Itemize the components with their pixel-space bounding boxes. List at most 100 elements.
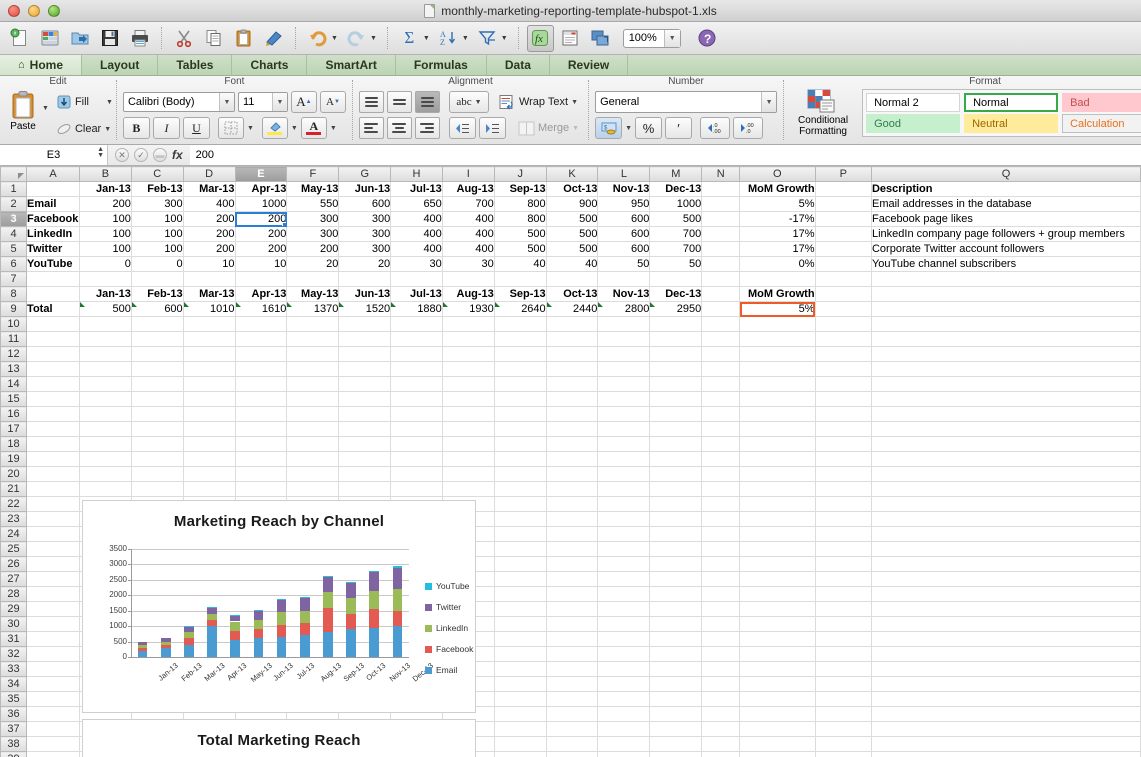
cell-J38[interactable] xyxy=(494,737,546,752)
cell-L1[interactable]: Nov-13 xyxy=(598,182,650,197)
cell-J7[interactable] xyxy=(494,272,546,287)
cell-O28[interactable] xyxy=(740,587,815,602)
cell-D3[interactable]: 200 xyxy=(183,212,235,227)
chart-0-bar-May-13-Email[interactable] xyxy=(230,640,240,657)
cell-I2[interactable]: 700 xyxy=(442,197,494,212)
cell-L10[interactable] xyxy=(598,317,650,332)
cell-K39[interactable] xyxy=(546,752,598,757)
align-center-button[interactable] xyxy=(387,117,412,139)
cell-L32[interactable] xyxy=(598,647,650,662)
chart-0-bar-Jun-13-Twitter[interactable] xyxy=(254,611,264,620)
cell-M31[interactable] xyxy=(650,632,702,647)
chart-0-bar-Oct-13-LinkedIn[interactable] xyxy=(346,598,356,613)
cell-K7[interactable] xyxy=(546,272,598,287)
zoom-dropdown-icon[interactable]: ▼ xyxy=(664,30,680,47)
cell-D16[interactable] xyxy=(183,407,235,422)
row-header-13[interactable]: 13 xyxy=(1,362,27,377)
increase-decimal-button[interactable]: .0.00 xyxy=(700,117,730,139)
cell-F15[interactable] xyxy=(287,392,339,407)
row-header-39[interactable]: 39 xyxy=(1,752,27,757)
cell-G21[interactable] xyxy=(339,482,391,497)
cell-Q11[interactable] xyxy=(871,332,1140,347)
cell-N38[interactable] xyxy=(702,737,740,752)
cell-L4[interactable]: 600 xyxy=(598,227,650,242)
name-box-stepper[interactable]: ▲▼ xyxy=(97,147,104,159)
cell-N21[interactable] xyxy=(702,482,740,497)
cell-K4[interactable]: 500 xyxy=(546,227,598,242)
cell-P31[interactable] xyxy=(815,632,871,647)
cell-E20[interactable] xyxy=(235,467,287,482)
row-header-8[interactable]: 8 xyxy=(1,287,27,302)
cell-Q30[interactable] xyxy=(871,617,1140,632)
cell-D13[interactable] xyxy=(183,362,235,377)
cell-E3[interactable]: 200 xyxy=(235,212,287,227)
cell-G9[interactable]: 1520 xyxy=(339,302,391,317)
cell-A30[interactable] xyxy=(27,617,80,632)
chart-0-bar-Oct-13-Email[interactable] xyxy=(346,629,356,657)
chart-0-bar-Nov-13-YouTube[interactable] xyxy=(369,571,379,573)
cell-L23[interactable] xyxy=(598,512,650,527)
cell-G16[interactable] xyxy=(339,407,391,422)
cell-O13[interactable] xyxy=(740,362,815,377)
cell-P19[interactable] xyxy=(815,452,871,467)
cell-Q39[interactable] xyxy=(871,752,1140,757)
row-header-1[interactable]: 1 xyxy=(1,182,27,197)
column-header-j[interactable]: J xyxy=(494,167,546,182)
cell-A37[interactable] xyxy=(27,722,80,737)
cell-B6[interactable]: 0 xyxy=(80,257,132,272)
cell-K30[interactable] xyxy=(546,617,598,632)
chart-0-bar-Jun-13-Email[interactable] xyxy=(254,638,264,657)
chart-0-bar-Sep-13-YouTube[interactable] xyxy=(323,576,333,577)
column-header-c[interactable]: C xyxy=(131,167,183,182)
cell-G2[interactable]: 600 xyxy=(339,197,391,212)
cell-A11[interactable] xyxy=(27,332,80,347)
cell-G20[interactable] xyxy=(339,467,391,482)
cell-L21[interactable] xyxy=(598,482,650,497)
accept-icon[interactable]: ✓ xyxy=(134,148,148,162)
chart-0-bar-Jul-13-LinkedIn[interactable] xyxy=(277,612,287,624)
autosum-dropdown-icon[interactable]: ▼ xyxy=(423,35,430,42)
cell-M10[interactable] xyxy=(650,317,702,332)
zoom-control[interactable]: 100% ▼ xyxy=(623,29,681,48)
cell-M12[interactable] xyxy=(650,347,702,362)
cell-J27[interactable] xyxy=(494,572,546,587)
cell-G11[interactable] xyxy=(339,332,391,347)
tab-formulas[interactable]: Formulas xyxy=(396,55,487,75)
cell-P29[interactable] xyxy=(815,602,871,617)
cell-M20[interactable] xyxy=(650,467,702,482)
cell-I11[interactable] xyxy=(442,332,494,347)
cell-D17[interactable] xyxy=(183,422,235,437)
chart-0-bar-Sep-13-Facebook[interactable] xyxy=(323,608,333,633)
collapse-icon[interactable]: ▬ xyxy=(153,148,167,162)
cell-L12[interactable] xyxy=(598,347,650,362)
chart-0-bar-Oct-13-Twitter[interactable] xyxy=(346,583,356,598)
column-header-i[interactable]: I xyxy=(442,167,494,182)
cell-A39[interactable] xyxy=(27,752,80,757)
cell-N29[interactable] xyxy=(702,602,740,617)
cell-M35[interactable] xyxy=(650,692,702,707)
paste-icon[interactable] xyxy=(230,25,257,52)
cell-N26[interactable] xyxy=(702,557,740,572)
cell-C20[interactable] xyxy=(131,467,183,482)
cell-M8[interactable]: Dec-13 xyxy=(650,287,702,302)
cell-N6[interactable] xyxy=(702,257,740,272)
cell-G12[interactable] xyxy=(339,347,391,362)
orientation-dropdown-icon[interactable]: ▼ xyxy=(475,99,482,106)
cell-O33[interactable] xyxy=(740,662,815,677)
orientation-button[interactable]: abc ▼ xyxy=(449,91,489,113)
cell-A25[interactable] xyxy=(27,542,80,557)
chart-0-bar-May-13-YouTube[interactable] xyxy=(230,615,240,616)
font-color-dropdown-icon[interactable]: ▼ xyxy=(330,125,337,132)
cell-F9[interactable]: 1370 xyxy=(287,302,339,317)
cell-L29[interactable] xyxy=(598,602,650,617)
cell-F2[interactable]: 550 xyxy=(287,197,339,212)
cell-A35[interactable] xyxy=(27,692,80,707)
cell-F12[interactable] xyxy=(287,347,339,362)
cell-D18[interactable] xyxy=(183,437,235,452)
cell-M26[interactable] xyxy=(650,557,702,572)
cell-D6[interactable]: 10 xyxy=(183,257,235,272)
cell-F11[interactable] xyxy=(287,332,339,347)
cell-I9[interactable]: 1930 xyxy=(442,302,494,317)
column-header-q[interactable]: Q xyxy=(871,167,1140,182)
cell-K36[interactable] xyxy=(546,707,598,722)
